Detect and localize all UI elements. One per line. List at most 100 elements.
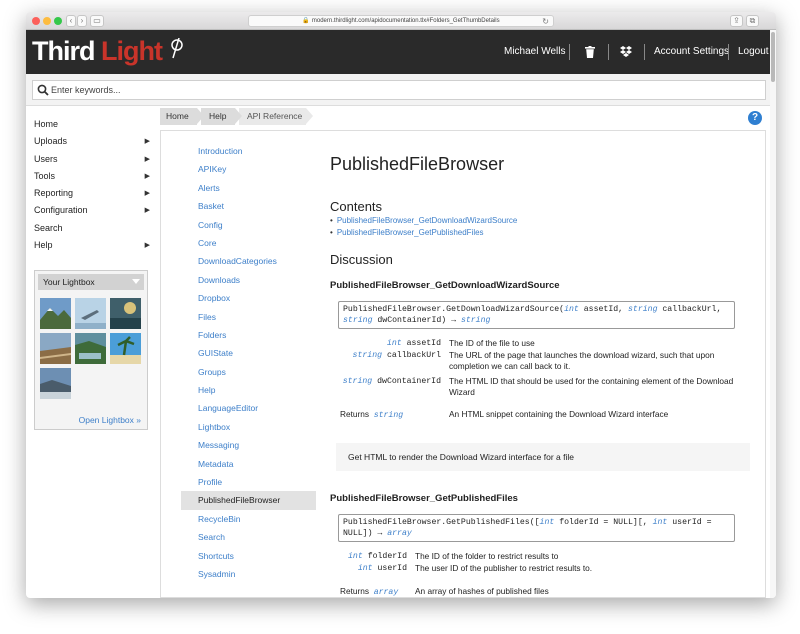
menu-item-uploads[interactable]: Uploads ▶ [34,133,152,150]
method-heading: PublishedFileBrowser_GetPublishedFiles [330,493,518,504]
menu-item-help[interactable]: Help ▶ [34,237,152,254]
lightbox-thumbnail[interactable] [75,333,106,364]
api-nav-item[interactable]: Messaging [181,436,316,454]
api-nav-item[interactable]: Config [181,216,316,234]
api-nav-item[interactable]: Files [181,308,316,326]
menu-item-tools[interactable]: Tools ▶ [34,168,152,185]
api-nav-item-active[interactable]: PublishedFileBrowser [181,491,316,510]
param-name: int folderId [348,552,407,561]
api-nav-item[interactable]: Basket [181,197,316,215]
api-nav-item[interactable]: Lightbox [181,418,316,436]
menu-item-configuration[interactable]: Configuration ▶ [34,202,152,219]
sidebar-toggle-icon[interactable]: ▭ [90,15,104,27]
api-nav-item[interactable]: Introduction [181,142,316,160]
menu-item-home[interactable]: Home [34,116,152,133]
api-nav-item[interactable]: Sysadmin [181,565,316,583]
minimize-window-button[interactable] [43,17,51,25]
api-nav-item[interactable]: DownloadCategories [181,252,316,270]
lightbox-thumbnail[interactable] [110,298,141,329]
url-text: modern.thirdlight.com/apidocumentation.t… [311,18,500,24]
breadcrumb-home[interactable]: Home [160,108,204,125]
api-nav-item[interactable]: Shortcuts [181,547,316,565]
api-nav-item[interactable]: Downloads [181,271,316,289]
api-nav-item[interactable]: Metadata [181,455,316,473]
logout-link[interactable]: Logout [738,30,769,74]
scrollbar-thumb[interactable] [771,32,775,82]
lightbox-selector[interactable]: Your Lightbox [38,274,144,290]
open-lightbox-link[interactable]: Open Lightbox » [79,415,141,425]
menu-item-users[interactable]: Users ▶ [34,151,152,168]
api-nav-item[interactable]: APIKey [181,160,316,178]
forward-icon[interactable]: › [77,15,87,27]
discussion-heading: Discussion [330,252,393,267]
reload-icon[interactable]: ↻ [542,16,549,27]
lightbox-thumbnail[interactable] [75,298,106,329]
param-description: The ID of the folder to restrict results… [415,551,559,561]
trash-icon[interactable] [585,46,595,58]
search-input[interactable] [51,83,751,97]
menu-item-reporting[interactable]: Reporting ▶ [34,185,152,202]
returns-description: An HTML snippet containing the Download … [449,409,669,419]
header-divider [644,44,645,60]
contents-link[interactable]: PublishedFileBrowser_GetDownloadWizardSo… [330,215,518,227]
api-nav-item[interactable]: Dropbox [181,289,316,307]
contents-heading: Contents [330,199,383,214]
dropbox-icon[interactable] [620,46,632,57]
api-nav-item[interactable]: Search [181,528,316,546]
lightbox-thumbnail[interactable] [40,298,71,329]
lightbox-thumbnail[interactable] [40,333,71,364]
search-row [26,74,770,106]
api-nav-item[interactable]: Alerts [181,179,316,197]
menu-item-search[interactable]: Search [34,220,152,237]
search-icon [37,84,49,96]
chevron-down-icon [132,279,140,284]
param-name: string callbackUrl [352,351,441,360]
lightbox-thumbnail[interactable] [40,368,71,399]
api-nav-item[interactable]: Folders [181,326,316,344]
param-description: The user ID of the publisher to restrict… [415,563,593,573]
param-description: The URL of the page that launches the do… [449,350,715,371]
lightbox-thumbnail[interactable] [110,333,141,364]
api-nav-item[interactable]: Help [181,381,316,399]
back-icon[interactable]: ‹ [66,15,76,27]
search-box[interactable] [32,80,766,100]
zoom-window-button[interactable] [54,17,62,25]
header-divider [728,44,729,60]
lightbox-panel: Your Lightbox Open Lightbox » [34,270,148,430]
breadcrumb-help[interactable]: Help [201,108,242,125]
method-summary: Get HTML to render the Download Wizard i… [336,443,750,471]
param-description: The ID of the file to use [449,338,535,348]
page-scrollbar[interactable] [770,30,776,598]
param-name: int assetId [386,339,441,348]
api-nav-item[interactable]: Core [181,234,316,252]
api-nav-item[interactable]: RecycleBin [181,510,316,528]
chevron-right-icon: ▶ [144,138,150,146]
api-nav-item[interactable]: GUIState [181,344,316,362]
logo[interactable]: Third Light [32,36,163,67]
header-divider [569,44,570,60]
contents-link[interactable]: PublishedFileBrowser_GetPublishedFiles [330,227,517,239]
account-settings-link[interactable]: Account Settings [654,30,729,74]
api-nav-item[interactable]: Profile [181,473,316,491]
browser-window: ‹ › ▭ 🔒 modern.thirdlight.com/apidocument… [26,12,776,598]
chevron-right-icon: ▶ [144,207,150,215]
returns-label: Returns array [340,586,399,597]
breadcrumb-api-reference[interactable]: API Reference [239,108,313,125]
chevron-right-icon: ▶ [144,172,150,180]
method-signature: PublishedFileBrowser.GetDownloadWizardSo… [338,301,735,329]
user-name[interactable]: Michael Wells [504,30,566,74]
page-title: PublishedFileBrowser [330,154,505,174]
tabs-icon[interactable]: ⧉ [746,15,759,27]
help-icon[interactable]: ? [748,111,762,125]
url-bar[interactable]: 🔒 modern.thirdlight.com/apidocumentation.… [248,15,554,27]
api-nav-item[interactable]: LanguageEditor [181,399,316,417]
contents-list: PublishedFileBrowser_GetDownloadWizardSo… [330,215,518,239]
share-icon[interactable]: ⇪ [730,15,743,27]
api-nav-item[interactable]: Groups [181,363,316,381]
logo-mark-icon [171,38,183,59]
param-description: The HTML ID that should be used for the … [449,376,734,397]
app-header: Third Light Michael Wells Account Settin… [26,30,770,74]
main-menu: Home Uploads ▶ Users ▶ Tools ▶ Reporting ▶ C… [34,116,152,254]
close-window-button[interactable] [32,17,40,25]
method-heading: PublishedFileBrowser_GetDownloadWizardSo… [330,280,560,291]
